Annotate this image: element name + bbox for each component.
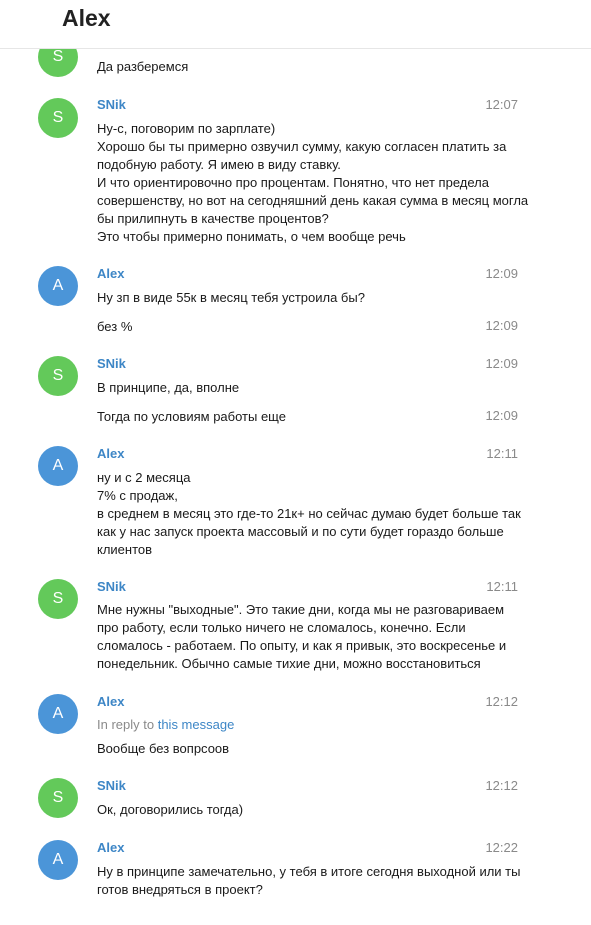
message-text: Ну в принципе замечательно, у тебя в ито… [97, 864, 521, 897]
message-time: 12:09 [485, 266, 518, 281]
avatar[interactable]: S [38, 356, 78, 396]
reply-link[interactable]: this message [158, 717, 235, 732]
chat-title[interactable]: Alex [62, 5, 111, 32]
message-text: Мне нужны "выходные". Это такие дни, ког… [97, 602, 507, 671]
reply-indicator: In reply to this message [97, 717, 234, 732]
message-text: Вообще без вопрсоов [97, 741, 230, 756]
avatar[interactable]: S [38, 98, 78, 138]
message-time: 12:12 [485, 778, 518, 793]
message-author[interactable]: SNik [97, 778, 126, 793]
message-time: 12:07 [485, 97, 518, 112]
message-feed[interactable]: S Да разберемся S SNik 12:07 Ну-с, погов… [0, 0, 591, 925]
reply-prefix: In reply to [97, 717, 155, 732]
message-text: Ну-с, поговорим по зарплате) Хорошо бы т… [97, 121, 529, 244]
avatar[interactable]: A [38, 266, 78, 306]
chat-header: Alex [0, 0, 591, 49]
avatar[interactable]: A [38, 446, 78, 486]
message-author[interactable]: Alex [97, 840, 124, 855]
message-text: Да разберемся [97, 59, 189, 74]
message-time: 12:09 [485, 356, 518, 371]
message-text: ну и с 2 месяца 7% с продаж, в среднем в… [97, 470, 521, 557]
message-time: 12:11 [486, 446, 518, 461]
message-text: Ок, договорились тогда) [97, 802, 244, 817]
avatar[interactable]: S [38, 778, 78, 818]
avatar[interactable]: A [38, 840, 78, 880]
message-text: В принципе, да, вполне [97, 380, 240, 395]
message-time: 12:12 [485, 694, 518, 709]
avatar[interactable]: S [38, 579, 78, 619]
message-author[interactable]: SNik [97, 579, 126, 594]
message-time: 12:22 [485, 840, 518, 855]
message-time: 12:11 [486, 579, 518, 594]
avatar[interactable]: A [38, 694, 78, 734]
message-author[interactable]: SNik [97, 97, 126, 112]
message-author[interactable]: Alex [97, 446, 124, 461]
message-author[interactable]: SNik [97, 356, 126, 371]
message-text: Ну зп в виде 55к в месяц тебя устроила б… [97, 290, 365, 305]
message-text: Тогда по условиям работы еще [97, 409, 286, 424]
message-text: без % [97, 319, 133, 334]
message-author[interactable]: Alex [97, 266, 124, 281]
message-author[interactable]: Alex [97, 694, 124, 709]
